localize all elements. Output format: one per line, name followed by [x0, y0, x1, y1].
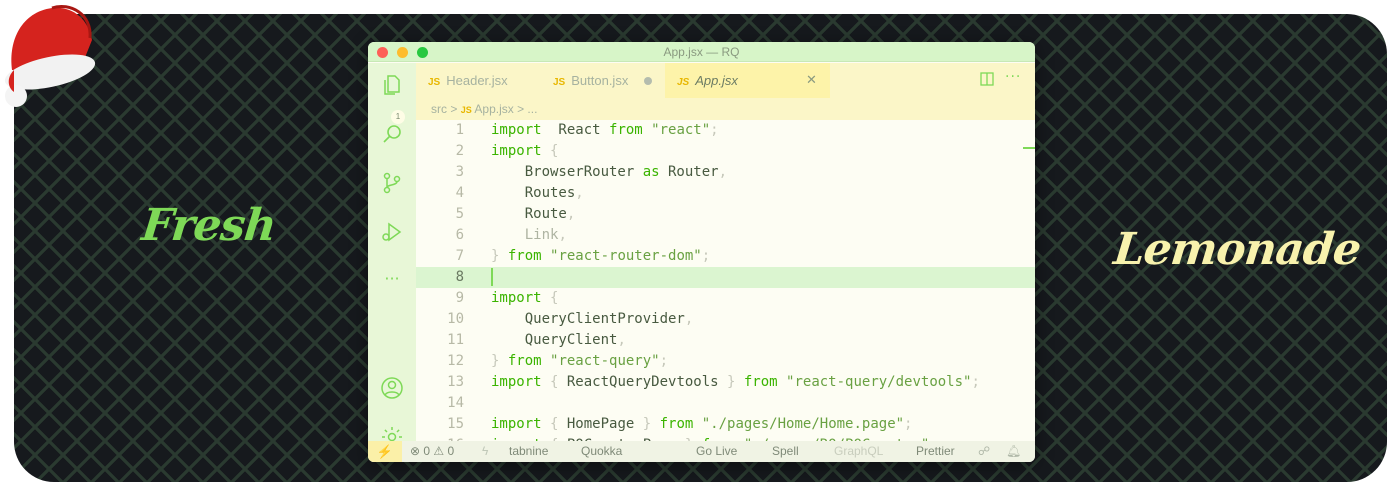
code-text: import { HomePage } from "./pages/Home/H…: [491, 416, 913, 432]
window-title: App.jsx — RQ: [663, 45, 740, 59]
tab-label: Header.jsx: [446, 73, 508, 88]
line-number: 8: [455, 269, 464, 285]
line-number: 5: [455, 206, 464, 222]
code-line[interactable]: 5 Route,: [416, 204, 1035, 225]
js-file-icon: JS: [677, 77, 690, 88]
code-text: } from "react-query";: [491, 353, 669, 369]
text-cursor: [491, 268, 493, 286]
code-text: import {: [491, 143, 559, 159]
santa-hat-icon: [4, 5, 96, 107]
code-text: Route,: [491, 206, 576, 222]
tagline-fresh: Fresh: [139, 200, 279, 251]
code-line[interactable]: 11 QueryClient,: [416, 330, 1035, 351]
code-line[interactable]: 9 import {: [416, 288, 1035, 309]
close-tab-icon[interactable]: ✕: [806, 63, 817, 98]
code-line[interactable]: 3 BrowserRouter as Router,: [416, 162, 1035, 183]
tab-label: App.jsx: [695, 73, 738, 88]
line-number: 6: [455, 227, 464, 243]
code-text: import {: [491, 290, 559, 306]
status-bar: ⚡ ⊗ 0 ⚠ 0 ϟ tabnine Quokka Go Live Spell…: [368, 441, 1035, 462]
remote-indicator-icon[interactable]: ⚡: [368, 441, 402, 462]
lightning-icon: ϟ: [482, 444, 489, 458]
code-line[interactable]: 7 } from "react-router-dom";: [416, 246, 1035, 267]
code-line[interactable]: 12 } from "react-query";: [416, 351, 1035, 372]
js-file-icon: JS: [428, 77, 441, 88]
search-icon[interactable]: [380, 122, 404, 146]
js-file-icon: JS: [460, 105, 472, 115]
quokka-status[interactable]: Quokka: [581, 444, 622, 458]
line-number: 12: [447, 353, 464, 369]
go-live-button[interactable]: Go Live: [696, 444, 737, 458]
breadcrumb: src > JS App.jsx > ...: [416, 98, 1035, 120]
code-text: QueryClient,: [491, 332, 626, 348]
line-number: 1: [455, 122, 464, 138]
code-line[interactable]: 1 import React from "react";: [416, 120, 1035, 141]
line-number: 3: [455, 164, 464, 180]
line-number: 10: [447, 311, 464, 327]
spell-status[interactable]: Spell: [772, 444, 799, 458]
tab-label: Button.jsx: [571, 73, 629, 88]
feedback-icon[interactable]: ☍: [978, 444, 990, 458]
code-text: import React from "react";: [491, 122, 719, 138]
line-number: 2: [455, 143, 464, 159]
code-text: } from "react-router-dom";: [491, 248, 711, 264]
more-actions-icon[interactable]: ···: [1005, 69, 1021, 85]
run-debug-icon[interactable]: [380, 220, 404, 244]
code-line[interactable]: 15 import { HomePage } from "./pages/Home…: [416, 414, 1035, 435]
notifications-bell-icon[interactable]: 🔔︎: [1006, 444, 1021, 458]
code-line[interactable]: 14: [416, 393, 1035, 414]
code-line[interactable]: 13 import { ReactQueryDevtools } from "re…: [416, 372, 1035, 393]
code-text: import { ReactQueryDevtools } from "reac…: [491, 374, 980, 390]
breadcrumb-tail: > ...: [517, 102, 538, 116]
line-number: 15: [447, 416, 464, 432]
editor-window: App.jsx — RQ 1 ··· JS Header.jsx JS Button…: [368, 42, 1035, 462]
code-line[interactable]: 2 import {: [416, 141, 1035, 162]
breadcrumb-file[interactable]: App.jsx: [474, 102, 513, 116]
account-icon[interactable]: [380, 376, 404, 400]
more-views-icon[interactable]: ···: [380, 267, 404, 291]
unsaved-changes-icon: [644, 77, 652, 85]
code-text: [491, 267, 493, 288]
code-line[interactable]: 6 Link,: [416, 225, 1035, 246]
line-number: 4: [455, 185, 464, 201]
js-file-icon: JS: [553, 77, 566, 88]
explorer-icon[interactable]: [380, 73, 404, 97]
code-line[interactable]: 4 Routes,: [416, 183, 1035, 204]
code-line[interactable]: 8: [416, 267, 1035, 288]
graphql-status[interactable]: GraphQL: [834, 444, 883, 458]
problems-indicator[interactable]: ⊗ 0 ⚠ 0: [410, 444, 454, 458]
tab-bar: JS Header.jsx JS Button.jsx JS App.jsx ✕: [416, 63, 1035, 98]
code-line[interactable]: 10 QueryClientProvider,: [416, 309, 1035, 330]
activity-bar: 1 ···: [368, 63, 416, 447]
line-number: 14: [447, 395, 464, 411]
tab-header-jsx[interactable]: JS Header.jsx: [416, 63, 541, 98]
line-number: 13: [447, 374, 464, 390]
code-text: QueryClientProvider,: [491, 311, 694, 327]
title-bar: App.jsx — RQ: [368, 42, 1035, 62]
breadcrumb-separator: >: [450, 102, 458, 116]
breadcrumb-folder[interactable]: src: [431, 102, 447, 116]
code-text: Link,: [491, 227, 567, 243]
line-number: 9: [455, 290, 464, 306]
split-editor-icon[interactable]: [980, 72, 994, 86]
source-control-icon[interactable]: [380, 171, 404, 195]
code-editor[interactable]: 1 import React from "react"; 2 import { 3 Br…: [416, 120, 1035, 441]
line-number: 11: [447, 332, 464, 348]
line-number: 7: [455, 248, 464, 264]
code-text: BrowserRouter as Router,: [491, 164, 728, 180]
tagline-lemonade: Lemonade: [1111, 224, 1363, 275]
tabnine-status[interactable]: tabnine: [509, 444, 548, 458]
prettier-status[interactable]: Prettier: [916, 444, 955, 458]
code-text: Routes,: [491, 185, 584, 201]
